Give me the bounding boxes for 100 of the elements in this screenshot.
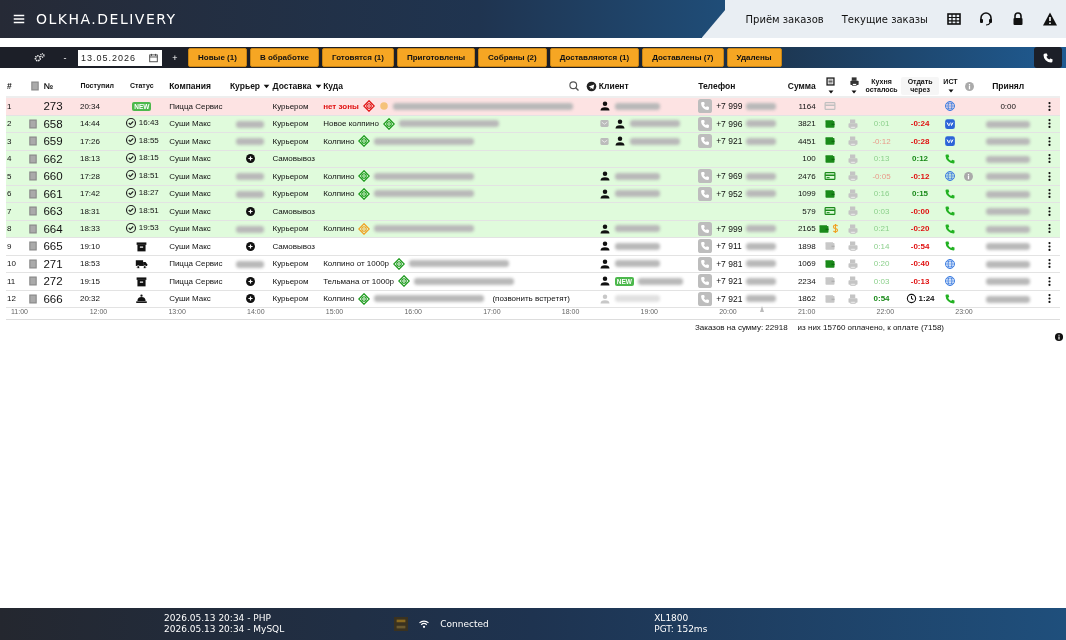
person-icon[interactable] [613, 135, 626, 148]
payment-summary: из них 15760 оплачено, к оплате (7158) [797, 323, 944, 332]
row-number: 3 [7, 136, 12, 146]
zone-name: Тельмана от 1000р [323, 276, 395, 286]
order-total: Заказов на сумму: 22918 [695, 323, 788, 332]
plus-circle-icon[interactable] [244, 153, 256, 165]
zone-name: Колпино [323, 189, 355, 199]
nav-link[interactable]: Приём заказов [745, 13, 824, 25]
zone-name: Новое колпино [323, 119, 379, 129]
now-marker-icon [758, 305, 766, 313]
plus-circle-icon[interactable] [244, 205, 256, 217]
ping-time: PGT: 152ms [654, 624, 708, 635]
document-icon[interactable] [27, 170, 40, 183]
received-time: 19:15 [79, 276, 100, 286]
order-number: 272 [43, 275, 63, 288]
search-icon[interactable] [567, 80, 580, 92]
order-number: 666 [43, 292, 63, 305]
warning-icon[interactable] [1042, 11, 1058, 27]
date-field[interactable]: 13.05.2026 [78, 49, 148, 66]
received-time: 18:13 [79, 154, 100, 164]
document-icon[interactable] [27, 292, 40, 305]
blurred-text [746, 225, 777, 233]
order-sum: 1164 [798, 101, 816, 111]
handover-time: -0:28 [910, 136, 930, 146]
row-number: 10 [7, 259, 16, 269]
document-icon[interactable] [27, 275, 40, 288]
order-number: 658 [43, 117, 63, 130]
grid-icon[interactable] [946, 11, 962, 27]
order-sum: 2234 [797, 276, 816, 286]
indicator-icon [394, 617, 409, 631]
kitchen-time: -0:05 [872, 171, 891, 181]
column-header[interactable]: Курьер [229, 80, 261, 91]
ready-time: 18:55 [138, 135, 159, 145]
filter-tab[interactable]: Приготовлены [397, 48, 476, 67]
phone-number: +7 999 [716, 101, 743, 112]
call-button[interactable] [1034, 47, 1062, 68]
delivery-type: Курьером [272, 171, 309, 181]
blurred-text [746, 295, 777, 303]
order-number: 665 [43, 240, 63, 253]
person-icon[interactable] [598, 257, 611, 270]
company-name: Пицца Сервис [169, 276, 223, 286]
filter-tab[interactable]: Собраны (2) [478, 48, 547, 67]
phone-number: +7 921 [716, 136, 743, 147]
filter-tab[interactable]: Доставляются (1) [549, 48, 640, 67]
person-icon[interactable] [598, 222, 611, 235]
delivery-type: Курьером [272, 276, 309, 286]
logo: OLKHA.DELIVERY [36, 11, 177, 27]
blurred-text [614, 242, 660, 250]
menu-icon[interactable] [12, 12, 26, 26]
ready-time: 19:53 [138, 223, 159, 233]
order-sum: 1862 [797, 294, 816, 304]
plus-circle-icon[interactable] [244, 293, 256, 305]
accepted-time: 0:00 [1000, 101, 1016, 111]
person-icon[interactable] [598, 100, 611, 113]
document-icon[interactable] [27, 222, 40, 235]
calendar-icon[interactable] [148, 49, 162, 66]
filter-tab[interactable]: Готовятся (1) [322, 48, 394, 67]
plus-circle-icon[interactable] [244, 275, 256, 287]
document-icon[interactable] [27, 257, 40, 270]
received-time: 18:31 [79, 206, 100, 216]
person-icon[interactable] [613, 117, 626, 130]
document-icon[interactable] [27, 152, 40, 165]
row-number: 2 [7, 119, 12, 129]
order-sum: 4451 [797, 136, 816, 146]
document-icon[interactable] [27, 187, 40, 200]
printer-icon [848, 76, 860, 87]
plus-circle-icon[interactable] [244, 240, 256, 252]
filter-tab[interactable]: В обработке [249, 48, 320, 67]
column-header[interactable]: Доставка [272, 80, 312, 91]
kitchen-time: 0:21 [873, 224, 890, 234]
person-icon[interactable] [598, 275, 611, 288]
person-icon[interactable] [598, 240, 611, 253]
handover-time: -0:40 [910, 259, 930, 269]
info-icon[interactable] [1054, 332, 1064, 342]
zone-name: Колпино [323, 136, 355, 146]
document-icon[interactable] [27, 135, 40, 148]
company-name: Суши Макс [169, 224, 211, 234]
person-icon[interactable] [598, 170, 611, 183]
nav-link[interactable]: Текущие заказы [841, 13, 928, 25]
document-icon[interactable] [27, 205, 40, 218]
column-header: Клиент [598, 81, 629, 91]
filter-tab[interactable]: Доставлены (7) [642, 48, 724, 67]
person-icon[interactable] [598, 187, 611, 200]
document-icon[interactable] [27, 117, 40, 130]
blurred-text [986, 173, 1031, 181]
company-name: Суши Макс [169, 241, 211, 251]
headset-icon[interactable] [978, 11, 994, 27]
telegram-icon[interactable] [585, 80, 597, 92]
delivery-type: Самовывоз [272, 241, 315, 251]
filter-tab[interactable]: Новые (1) [188, 48, 247, 67]
document-icon[interactable] [27, 240, 40, 253]
filter-tab[interactable]: Удалены [726, 48, 782, 67]
ready-time: 16:43 [138, 118, 159, 128]
phone-number: +7 969 [716, 171, 743, 182]
order-sum: 2476 [797, 171, 816, 181]
handover-time: -0:20 [910, 224, 930, 234]
column-header: Компания [169, 81, 211, 91]
gears-icon [32, 51, 46, 64]
order-number: 663 [43, 205, 63, 218]
handover-time: -0:12 [910, 171, 930, 181]
